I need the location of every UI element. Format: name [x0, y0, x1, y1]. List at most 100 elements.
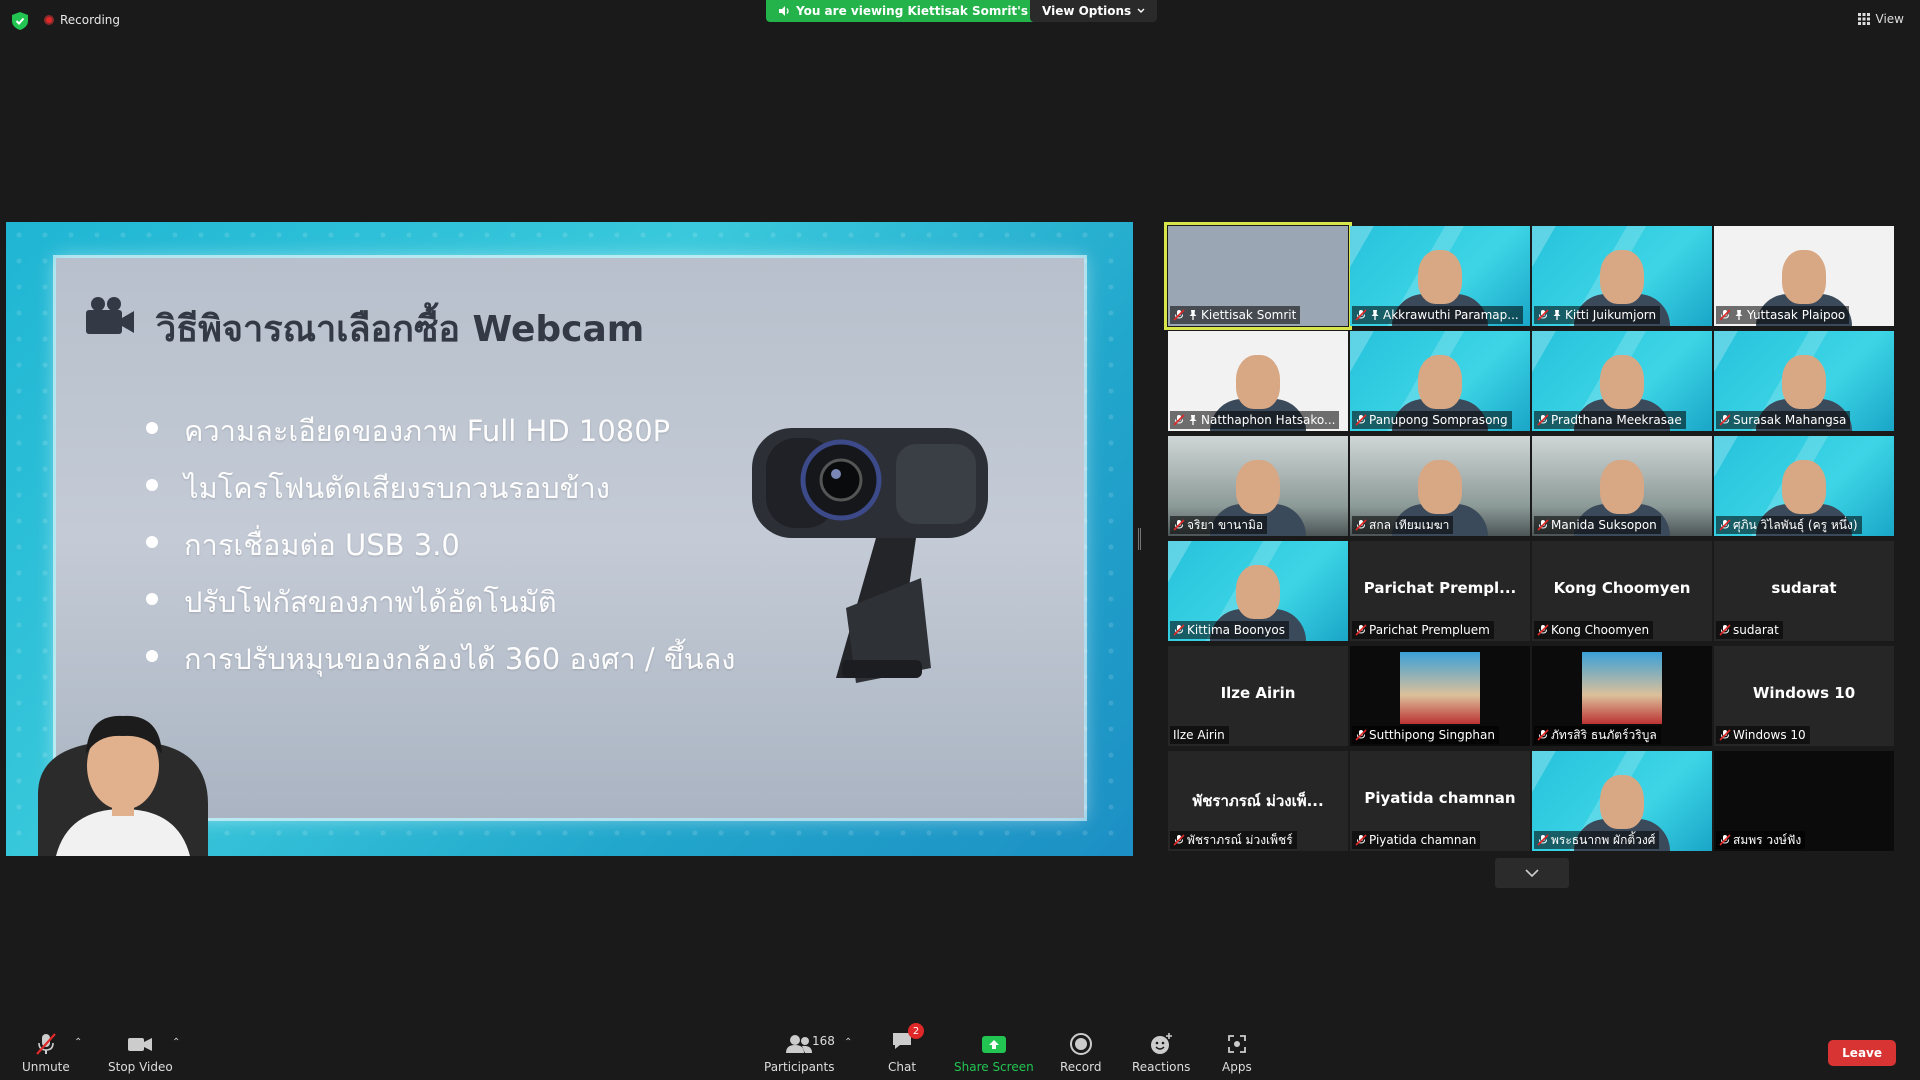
participant-profile-photo [1400, 652, 1480, 724]
participant-name-tag: พัชราภรณ์ ม่วงเพ็ชร์ [1170, 831, 1297, 849]
shield-check-icon[interactable] [12, 12, 28, 30]
microphone-muted-icon [1173, 624, 1185, 636]
participant-tile[interactable]: Natthaphon Hatsako... [1168, 331, 1348, 431]
pin-icon [1553, 310, 1561, 320]
participant-tile[interactable]: Kong Choomyen Kong Choomyen [1532, 541, 1712, 641]
participant-tile[interactable]: Sutthipong Singphan [1350, 646, 1530, 746]
chat-button[interactable]: 2 Chat [888, 1023, 925, 1074]
participant-name: sudarat [1733, 623, 1779, 637]
participant-tile[interactable]: Pradthana Meekrasae [1532, 331, 1712, 431]
participant-name: Windows 10 [1733, 728, 1806, 742]
participant-display-name: Windows 10 [1752, 684, 1856, 702]
participant-name: Pradthana Meekrasae [1551, 413, 1682, 427]
view-options-button[interactable]: View Options [1030, 0, 1158, 22]
participant-name: Panupong Somprasong [1369, 413, 1508, 427]
participant-tile[interactable]: พระธนากพ ผักติ้วงศ์ [1532, 751, 1712, 851]
audio-options-caret[interactable]: ⌃ [74, 1037, 82, 1048]
participant-name: Yuttasak Plaipoo [1747, 308, 1846, 322]
participant-name-tag: Piyatida chamnan [1352, 831, 1481, 849]
record-button[interactable]: Record [1060, 1032, 1101, 1074]
microphone-muted-icon [1355, 729, 1367, 741]
participant-tile[interactable]: Yuttasak Plaipoo [1714, 226, 1894, 326]
participant-name: Ilze Airin [1173, 728, 1225, 742]
participant-name-tag: Kitti Juikumjorn [1534, 306, 1661, 324]
participant-tile[interactable]: Akkrawuthi Paramap... [1350, 226, 1530, 326]
microphone-muted-icon [1355, 624, 1367, 636]
participants-options-caret[interactable]: ⌃ [844, 1037, 852, 1048]
participant-name-tag: สมพร วงษ์ฟัง [1716, 831, 1806, 849]
unmute-button[interactable]: Unmute [22, 1032, 70, 1074]
participant-name-tag: สกล เทียมเมฆา [1352, 516, 1454, 534]
apps-label: Apps [1222, 1060, 1252, 1074]
participant-name: พระธนากพ ผักติ้วงศ์ [1551, 832, 1656, 847]
participant-tile[interactable]: Kiettisak Somrit [1164, 222, 1352, 330]
top-bar: Recording You are viewing Kiettisak Somr… [0, 0, 1920, 40]
participant-tile[interactable]: Ilze Airin Ilze Airin [1168, 646, 1348, 746]
microphone-muted-icon [1537, 414, 1549, 426]
participant-tile[interactable]: Surasak Mahangsa [1714, 331, 1894, 431]
participant-tile[interactable]: Kitti Juikumjorn [1532, 226, 1712, 326]
grid-icon [1857, 13, 1870, 25]
panel-resize-handle[interactable] [1138, 528, 1141, 550]
microphone-muted-icon [1355, 414, 1367, 426]
participant-tile[interactable]: สกล เทียมเมฆา [1350, 436, 1530, 536]
participant-tile[interactable]: พัชราภรณ์ ม่วงเพ็... พัชราภรณ์ ม่วงเพ็ชร์ [1168, 751, 1348, 851]
slide-bullet: ความละเอียดของภาพ Full HD 1080P [146, 408, 735, 465]
microphone-muted-icon [1537, 729, 1549, 741]
participant-name-tag: Akkrawuthi Paramap... [1352, 306, 1523, 324]
leave-button[interactable]: Leave [1828, 1040, 1896, 1066]
chevron-down-icon [1137, 8, 1145, 13]
microphone-muted-icon [1537, 834, 1549, 846]
reactions-label: Reactions [1132, 1060, 1191, 1074]
view-layout-button[interactable]: View [1857, 12, 1904, 26]
participant-name: ศุภิน วิไลพันธุ์ (ครู หนึ่ง) [1733, 517, 1858, 532]
participant-tile[interactable]: Manida Suksopon [1532, 436, 1712, 536]
stop-video-label: Stop Video [108, 1060, 173, 1074]
share-screen-button[interactable]: Share Screen [954, 1032, 1034, 1074]
stop-video-button[interactable]: Stop Video [108, 1032, 173, 1074]
share-screen-label: Share Screen [954, 1060, 1034, 1074]
participant-profile-photo [1582, 652, 1662, 724]
reactions-button[interactable]: Reactions [1132, 1032, 1190, 1074]
participant-name: Kiettisak Somrit [1201, 308, 1297, 322]
participant-name-tag: Sutthipong Singphan [1352, 726, 1499, 744]
participant-display-name: Kong Choomyen [1553, 579, 1691, 597]
participant-face [1782, 460, 1826, 514]
participant-tile[interactable]: Parichat Prempl... Parichat Prempluem [1350, 541, 1530, 641]
pin-icon [1371, 310, 1379, 320]
participant-tile[interactable]: ศุภิน วิไลพันธุ์ (ครู หนึ่ง) [1714, 436, 1894, 536]
chevron-down-icon [1525, 869, 1539, 877]
slide-bullet: ปรับโฟกัสของภาพได้อัตโนมัติ [146, 579, 735, 636]
video-camera-icon [128, 1038, 153, 1051]
participant-face [1236, 460, 1280, 514]
participant-name-tag: จริยา ขานามิอ [1170, 516, 1268, 534]
record-icon [1069, 1033, 1092, 1055]
participant-name: Kitti Juikumjorn [1565, 308, 1657, 322]
slide-bullet: ไมโครโฟนตัดเสียงรบกวนรอบข้าง [146, 465, 735, 522]
recording-indicator[interactable]: Recording [44, 13, 120, 27]
participant-face [1600, 460, 1644, 514]
participant-tile[interactable]: ภัทรสิริ ธนภัตร์วริบูล [1532, 646, 1712, 746]
participant-tile[interactable]: สมพร วงษ์ฟัง [1714, 751, 1894, 851]
gallery-next-page-button[interactable] [1495, 858, 1569, 888]
participant-face [1236, 355, 1280, 409]
participant-tile[interactable]: จริยา ขานามิอ [1168, 436, 1348, 536]
participant-name: จริยา ขานามิอ [1187, 517, 1264, 532]
microphone-muted-icon [1173, 414, 1185, 426]
participant-tile[interactable]: Panupong Somprasong [1350, 331, 1530, 431]
shared-screen[interactable]: วิธีพิจารณาเลือกซื้อ Webcam ความละเอียดข… [6, 222, 1133, 856]
presenter-video [38, 715, 208, 856]
participant-name-tag: ภัทรสิริ ธนภัตร์วริบูล [1534, 726, 1661, 744]
apps-button[interactable]: Apps [1222, 1032, 1252, 1074]
participant-face [1600, 355, 1644, 409]
participant-name: Surasak Mahangsa [1733, 413, 1847, 427]
microphone-muted-icon [1719, 414, 1731, 426]
participant-tile[interactable]: Piyatida chamnan Piyatida chamnan [1350, 751, 1530, 851]
video-options-caret[interactable]: ⌃ [172, 1037, 180, 1048]
participant-tile[interactable]: sudarat sudarat [1714, 541, 1894, 641]
participant-name-tag: sudarat [1716, 621, 1783, 639]
view-options-label: View Options [1042, 4, 1132, 18]
participant-name: Natthaphon Hatsako... [1201, 413, 1336, 427]
participant-tile[interactable]: Kittima Boonyos [1168, 541, 1348, 641]
participant-tile[interactable]: Windows 10 Windows 10 [1714, 646, 1894, 746]
